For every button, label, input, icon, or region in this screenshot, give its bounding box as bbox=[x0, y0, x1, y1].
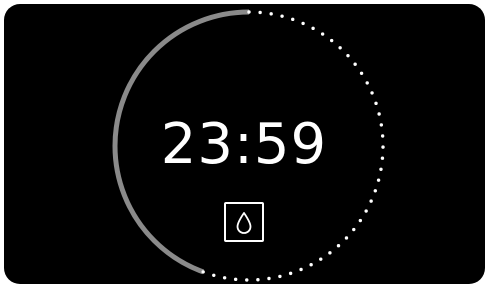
timer-dot bbox=[359, 71, 364, 76]
timer-dot bbox=[247, 10, 251, 14]
timer-dot bbox=[328, 251, 332, 255]
timer-dot bbox=[381, 145, 385, 149]
timer-dot bbox=[338, 46, 342, 50]
timer-dot bbox=[222, 276, 227, 280]
timer-dot bbox=[201, 270, 205, 274]
timer-dot bbox=[352, 227, 356, 232]
device-screen: 23:59 bbox=[4, 4, 485, 284]
timer-dot bbox=[369, 199, 373, 203]
timer-dot bbox=[311, 26, 315, 31]
water-mode-button[interactable] bbox=[224, 202, 264, 242]
timer-dot bbox=[376, 178, 381, 182]
timer-dot bbox=[379, 167, 383, 171]
timer-dot bbox=[379, 123, 384, 127]
timer-dot bbox=[336, 244, 341, 248]
timer-dot bbox=[258, 10, 262, 15]
timer-dot bbox=[291, 17, 295, 22]
timer-dot bbox=[288, 271, 293, 276]
timer-dot bbox=[309, 263, 313, 267]
timer-dot bbox=[346, 53, 350, 58]
timer-dot bbox=[365, 81, 369, 85]
timer-dot bbox=[364, 209, 368, 213]
timer-dot bbox=[267, 276, 271, 281]
timer-dot bbox=[374, 101, 378, 106]
timer-dot bbox=[256, 278, 260, 282]
timer-dot bbox=[373, 189, 377, 193]
timer-dot bbox=[299, 267, 303, 272]
timer-dot bbox=[320, 32, 325, 36]
timer-dot bbox=[380, 134, 385, 138]
timer-dot bbox=[301, 21, 305, 26]
timer-dot bbox=[319, 257, 323, 261]
water-drop-icon bbox=[236, 212, 252, 234]
timer-dot bbox=[380, 156, 385, 160]
timer-dot bbox=[370, 91, 374, 95]
timer-dot bbox=[278, 274, 282, 279]
timer-dot bbox=[280, 14, 284, 18]
timer-dot bbox=[269, 12, 273, 16]
timer-dot bbox=[344, 236, 349, 240]
timer-dot bbox=[377, 112, 381, 116]
timer-dot bbox=[353, 62, 357, 66]
timer-dot bbox=[233, 277, 238, 282]
timer-dot bbox=[329, 38, 334, 43]
timer-display: 23:59 bbox=[160, 112, 328, 177]
timer-dot bbox=[358, 218, 363, 223]
timer-dot bbox=[212, 273, 216, 277]
timer-dot bbox=[245, 278, 249, 282]
